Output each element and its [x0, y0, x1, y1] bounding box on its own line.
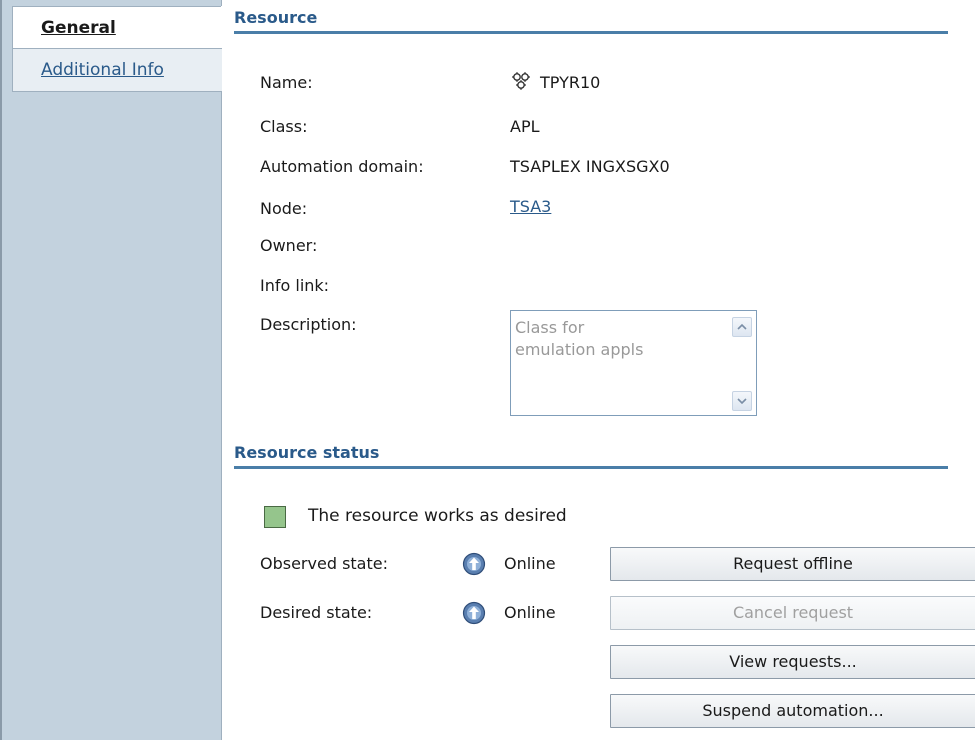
status-indicator	[264, 506, 286, 528]
resource-heading: Resource	[234, 8, 318, 27]
view-requests-button[interactable]: View requests...	[610, 645, 975, 679]
cancel-request-button: Cancel request	[610, 596, 975, 630]
active-tab-connector	[221, 6, 224, 48]
description-textarea[interactable]: Class for emulation appls	[510, 310, 757, 416]
status-summary: The resource works as desired	[308, 506, 567, 526]
name-value: TPYR10	[540, 73, 601, 92]
online-up-arrow-icon	[462, 601, 486, 625]
observed-state-value: Online	[504, 554, 556, 573]
description-text: Class for emulation appls	[515, 318, 644, 359]
name-label: Name:	[260, 73, 313, 92]
scroll-down-button[interactable]	[732, 391, 752, 411]
observed-state-label: Observed state:	[260, 554, 388, 573]
scroll-up-button[interactable]	[732, 317, 752, 337]
chevron-up-icon	[737, 323, 747, 330]
info-link-label: Info link:	[260, 276, 330, 295]
description-label: Description:	[260, 315, 357, 334]
request-offline-button[interactable]: Request offline	[610, 547, 975, 581]
desired-state-label: Desired state:	[260, 603, 373, 622]
tab-additional-info-label: Additional Info	[41, 60, 164, 80]
automation-domain-label: Automation domain:	[260, 157, 424, 176]
node-label: Node:	[260, 199, 308, 218]
resource-heading-rule	[234, 31, 948, 34]
automation-domain-value: TSAPLEX INGXSGX0	[510, 157, 670, 176]
tab-additional-info[interactable]: Additional Info	[12, 48, 222, 92]
suspend-automation-button[interactable]: Suspend automation...	[610, 694, 975, 728]
resource-status-heading: Resource status	[234, 443, 380, 462]
tab-general[interactable]: General	[12, 6, 222, 48]
resource-status-heading-rule	[234, 466, 948, 469]
online-up-arrow-icon	[462, 552, 486, 576]
class-label: Class:	[260, 117, 308, 136]
chevron-down-icon	[737, 398, 747, 405]
owner-label: Owner:	[260, 236, 318, 255]
tab-general-label: General	[41, 18, 116, 38]
sidebar: General Additional Info	[2, 0, 222, 740]
desired-state-value: Online	[504, 603, 556, 622]
gear-cluster-icon	[512, 72, 530, 90]
properties-panel: General Additional Info Resource Name: T…	[0, 0, 975, 740]
node-link[interactable]: TSA3	[510, 197, 551, 216]
class-value: APL	[510, 117, 540, 136]
